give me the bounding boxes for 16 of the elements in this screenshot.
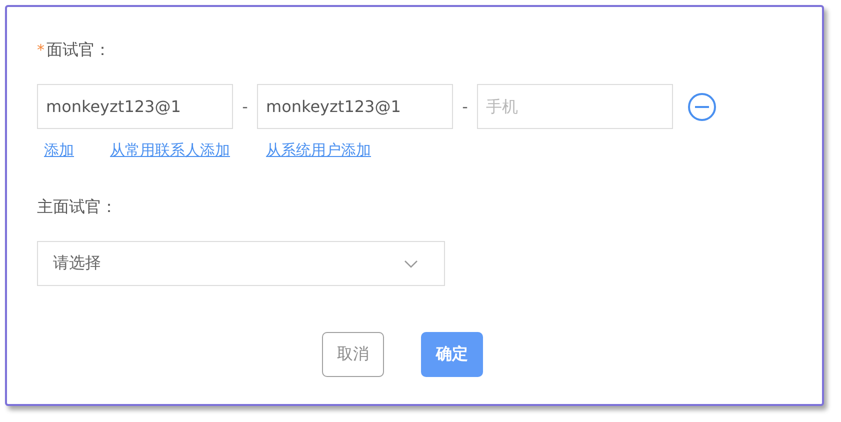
- main-interviewer-label: 主面试官：: [37, 196, 117, 218]
- add-link[interactable]: 从系统用户添加: [266, 141, 371, 160]
- select-field[interactable]: 请选择: [37, 241, 445, 286]
- add-link[interactable]: 从常用联系人添加: [110, 141, 230, 160]
- required-mark: *: [37, 41, 44, 59]
- interviewer-field[interactable]: monkeyzt123@1: [257, 84, 453, 129]
- separator: -: [461, 97, 469, 116]
- add-link[interactable]: 添加: [44, 141, 74, 160]
- interviewer-field[interactable]: monkeyzt123@1: [37, 84, 233, 129]
- separator: -: [241, 97, 249, 116]
- cancel-button[interactable]: 取消: [322, 332, 384, 377]
- remove-icon[interactable]: [687, 92, 717, 122]
- confirm-button[interactable]: 确定: [421, 332, 483, 377]
- chevron-down-icon: [404, 260, 418, 268]
- interviewer-label: 面试官：: [46, 40, 110, 60]
- interviewer-field[interactable]: 手机: [477, 84, 673, 129]
